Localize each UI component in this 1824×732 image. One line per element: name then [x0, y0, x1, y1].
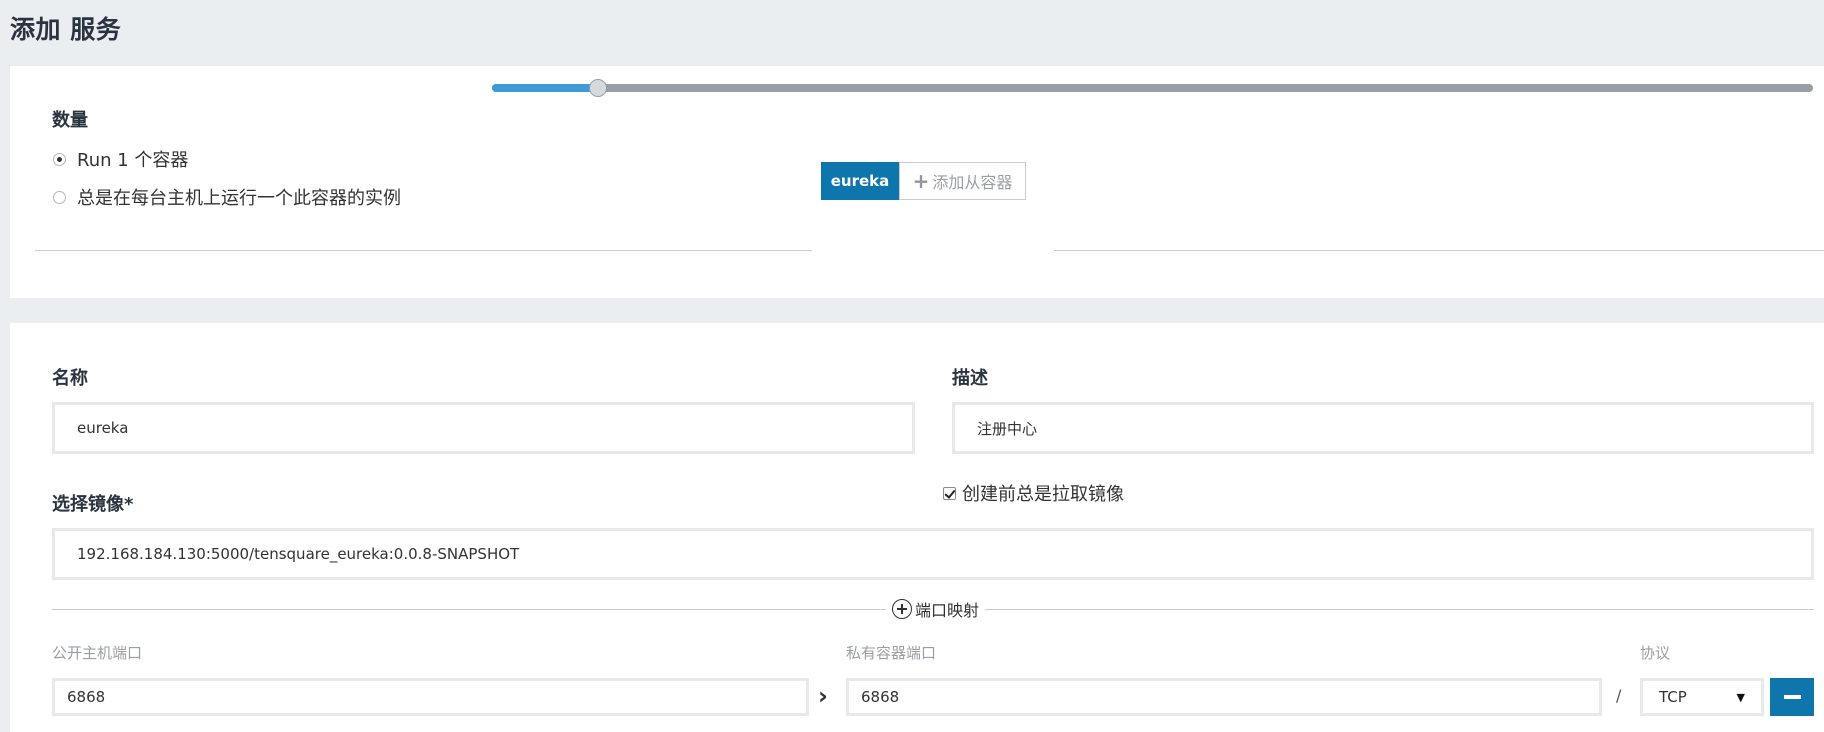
add-sidekick-button[interactable]: + 添加从容器	[899, 162, 1026, 200]
plus-icon: +	[912, 169, 930, 193]
remove-port-button[interactable]	[1770, 678, 1814, 716]
scale-slider[interactable]	[492, 79, 1813, 97]
image-label: 选择镜像*	[52, 494, 134, 515]
circle-plus-icon	[892, 599, 912, 619]
private-port-label: 私有容器端口	[846, 644, 937, 662]
page-title: 添加 服务	[10, 15, 122, 44]
divider-right	[1054, 250, 1824, 251]
always-pull-checkbox[interactable]	[943, 486, 956, 500]
radio-button[interactable]	[53, 190, 66, 204]
image-input[interactable]: 192.168.184.130:5000/tensquare_eureka:0.…	[52, 528, 1814, 580]
radio-global[interactable]: 总是在每台主机上运行一个此容器的实例	[53, 184, 401, 210]
slider-track[interactable]	[492, 84, 1813, 92]
add-port-map-button[interactable]: 端口映射	[886, 597, 986, 621]
tab-container-eureka[interactable]: eureka	[821, 162, 899, 200]
port-separator: /	[1616, 686, 1622, 705]
protocol-select[interactable]: TCP ▼	[1640, 678, 1764, 716]
name-label: 名称	[52, 368, 88, 389]
always-pull-checkbox-row[interactable]: 创建前总是拉取镜像	[943, 480, 1124, 506]
slider-handle[interactable]	[588, 79, 607, 97]
radio-button-checked[interactable]	[53, 152, 66, 166]
radio-run-count-label: Run 1 个容器	[77, 150, 189, 171]
public-port-input[interactable]: 6868	[52, 678, 809, 716]
protocol-label: 协议	[1640, 644, 1671, 662]
slider-fill	[492, 84, 598, 92]
divider-left	[35, 250, 812, 251]
protocol-value: TCP	[1659, 688, 1687, 706]
always-pull-label: 创建前总是拉取镜像	[962, 484, 1124, 505]
port-map-label: 端口映射	[915, 601, 980, 620]
radio-global-label: 总是在每台主机上运行一个此容器的实例	[77, 188, 401, 209]
radio-run-count[interactable]: Run 1 个容器	[53, 146, 188, 172]
caret-down-icon: ▼	[1736, 690, 1745, 704]
private-port-input[interactable]: 6868	[846, 678, 1602, 716]
chevron-right-icon: ›	[818, 682, 828, 710]
scale-label: 数量	[52, 110, 88, 131]
name-input[interactable]: eureka	[52, 402, 915, 454]
description-input[interactable]: 注册中心	[952, 402, 1814, 454]
public-port-label: 公开主机端口	[52, 644, 143, 662]
add-sidekick-label: 添加从容器	[932, 173, 1013, 192]
minus-icon	[1783, 695, 1801, 699]
description-label: 描述	[952, 368, 988, 389]
